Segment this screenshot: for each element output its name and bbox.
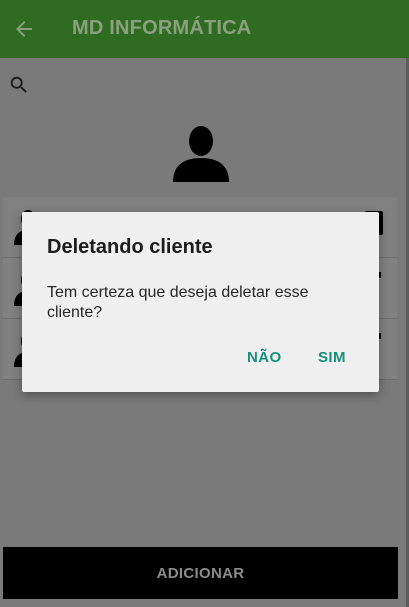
person-icon [173,126,229,182]
delete-client-dialog: Deletando cliente Tem certeza que deseja… [22,212,379,392]
app-title: MD INFORMÁTICA [72,17,252,39]
app-bar: MD INFORMÁTICA [0,0,409,58]
dialog-title: Deletando cliente [47,236,213,258]
screen: MD INFORMÁTICA ADICIONAR Deletando clien… [0,0,409,607]
add-button[interactable]: ADICIONAR [3,547,398,599]
search-icon[interactable] [8,74,30,96]
yes-button[interactable]: SIM [318,349,346,366]
arrow-back-icon[interactable] [12,17,36,41]
no-button[interactable]: NÃO [247,349,282,366]
dialog-message: Tem certeza que deseja deletar esse clie… [47,284,309,321]
